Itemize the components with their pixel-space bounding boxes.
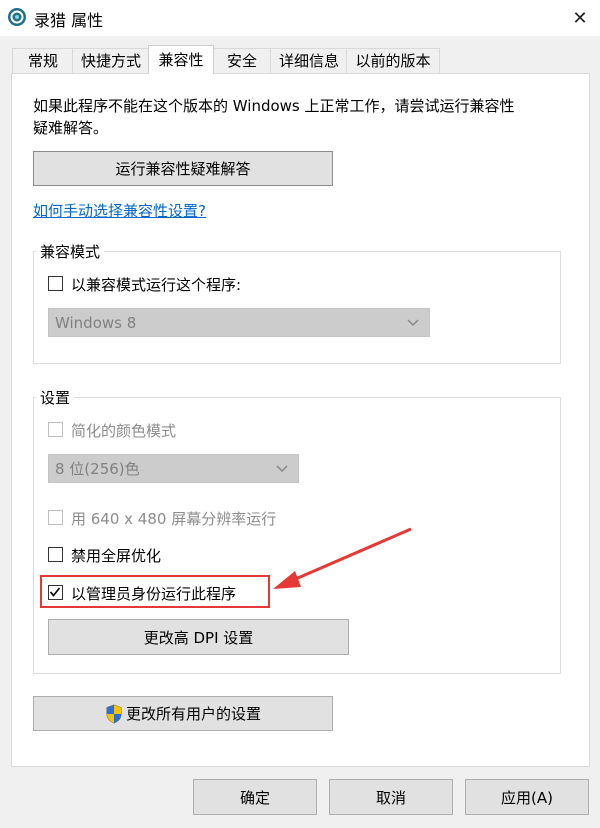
- resolution-checkbox[interactable]: [48, 510, 63, 525]
- intro-text-line2: 疑难解答。: [33, 119, 109, 137]
- compat-mode-label: 以兼容模式运行这个程序:: [71, 276, 242, 294]
- tab-compatibility[interactable]: 兼容性: [148, 45, 214, 74]
- settings-title: 设置: [36, 387, 75, 408]
- tab-details[interactable]: 详细信息: [270, 48, 348, 73]
- tab-security[interactable]: 安全: [212, 48, 272, 73]
- windows-version-value: Windows 8: [55, 313, 137, 332]
- annotation-arrow-icon: [273, 527, 412, 589]
- compat-mode-checkbox[interactable]: [48, 276, 63, 291]
- close-icon: ✕: [572, 7, 588, 29]
- app-icon: [7, 7, 27, 27]
- resolution-label: 用 640 x 480 屏幕分辨率运行: [71, 510, 277, 528]
- tab-previous-versions[interactable]: 以前的版本: [346, 48, 440, 73]
- compat-mode-title: 兼容模式: [36, 241, 105, 262]
- run-troubleshooter-button[interactable]: 运行兼容性疑难解答: [33, 151, 333, 186]
- all-users-settings-label: 更改所有用户的设置: [125, 705, 261, 723]
- reduced-color-label: 简化的颜色模式: [71, 422, 177, 440]
- fullscreen-opt-label: 禁用全屏优化: [71, 547, 162, 565]
- apply-button[interactable]: 应用(A): [465, 779, 589, 815]
- color-mode-value: 8 位(256)色: [55, 460, 140, 478]
- change-dpi-button[interactable]: 更改高 DPI 设置: [48, 619, 349, 655]
- tab-shortcut[interactable]: 快捷方式: [72, 48, 150, 73]
- tab-general[interactable]: 常规: [12, 48, 74, 73]
- chevron-down-icon: [407, 318, 419, 326]
- close-button[interactable]: ✕: [560, 0, 600, 36]
- intro-text-line1: 如果此程序不能在这个版本的 Windows 上正常工作，请尝试运行兼容性: [33, 97, 515, 115]
- window-title: 录猎 属性: [34, 11, 104, 30]
- admin-highlight-box: [40, 575, 270, 608]
- chevron-down-icon: [276, 464, 288, 472]
- fullscreen-opt-checkbox[interactable]: [48, 547, 63, 562]
- ok-button[interactable]: 确定: [193, 779, 317, 815]
- color-mode-select[interactable]: 8 位(256)色: [48, 454, 299, 483]
- manual-compat-link[interactable]: 如何手动选择兼容性设置?: [33, 200, 206, 221]
- uac-shield-icon: [106, 704, 122, 723]
- all-users-settings-button[interactable]: 更改所有用户的设置: [33, 696, 333, 731]
- cancel-button[interactable]: 取消: [329, 779, 453, 815]
- reduced-color-checkbox[interactable]: [48, 422, 63, 437]
- windows-version-select[interactable]: Windows 8: [48, 308, 430, 337]
